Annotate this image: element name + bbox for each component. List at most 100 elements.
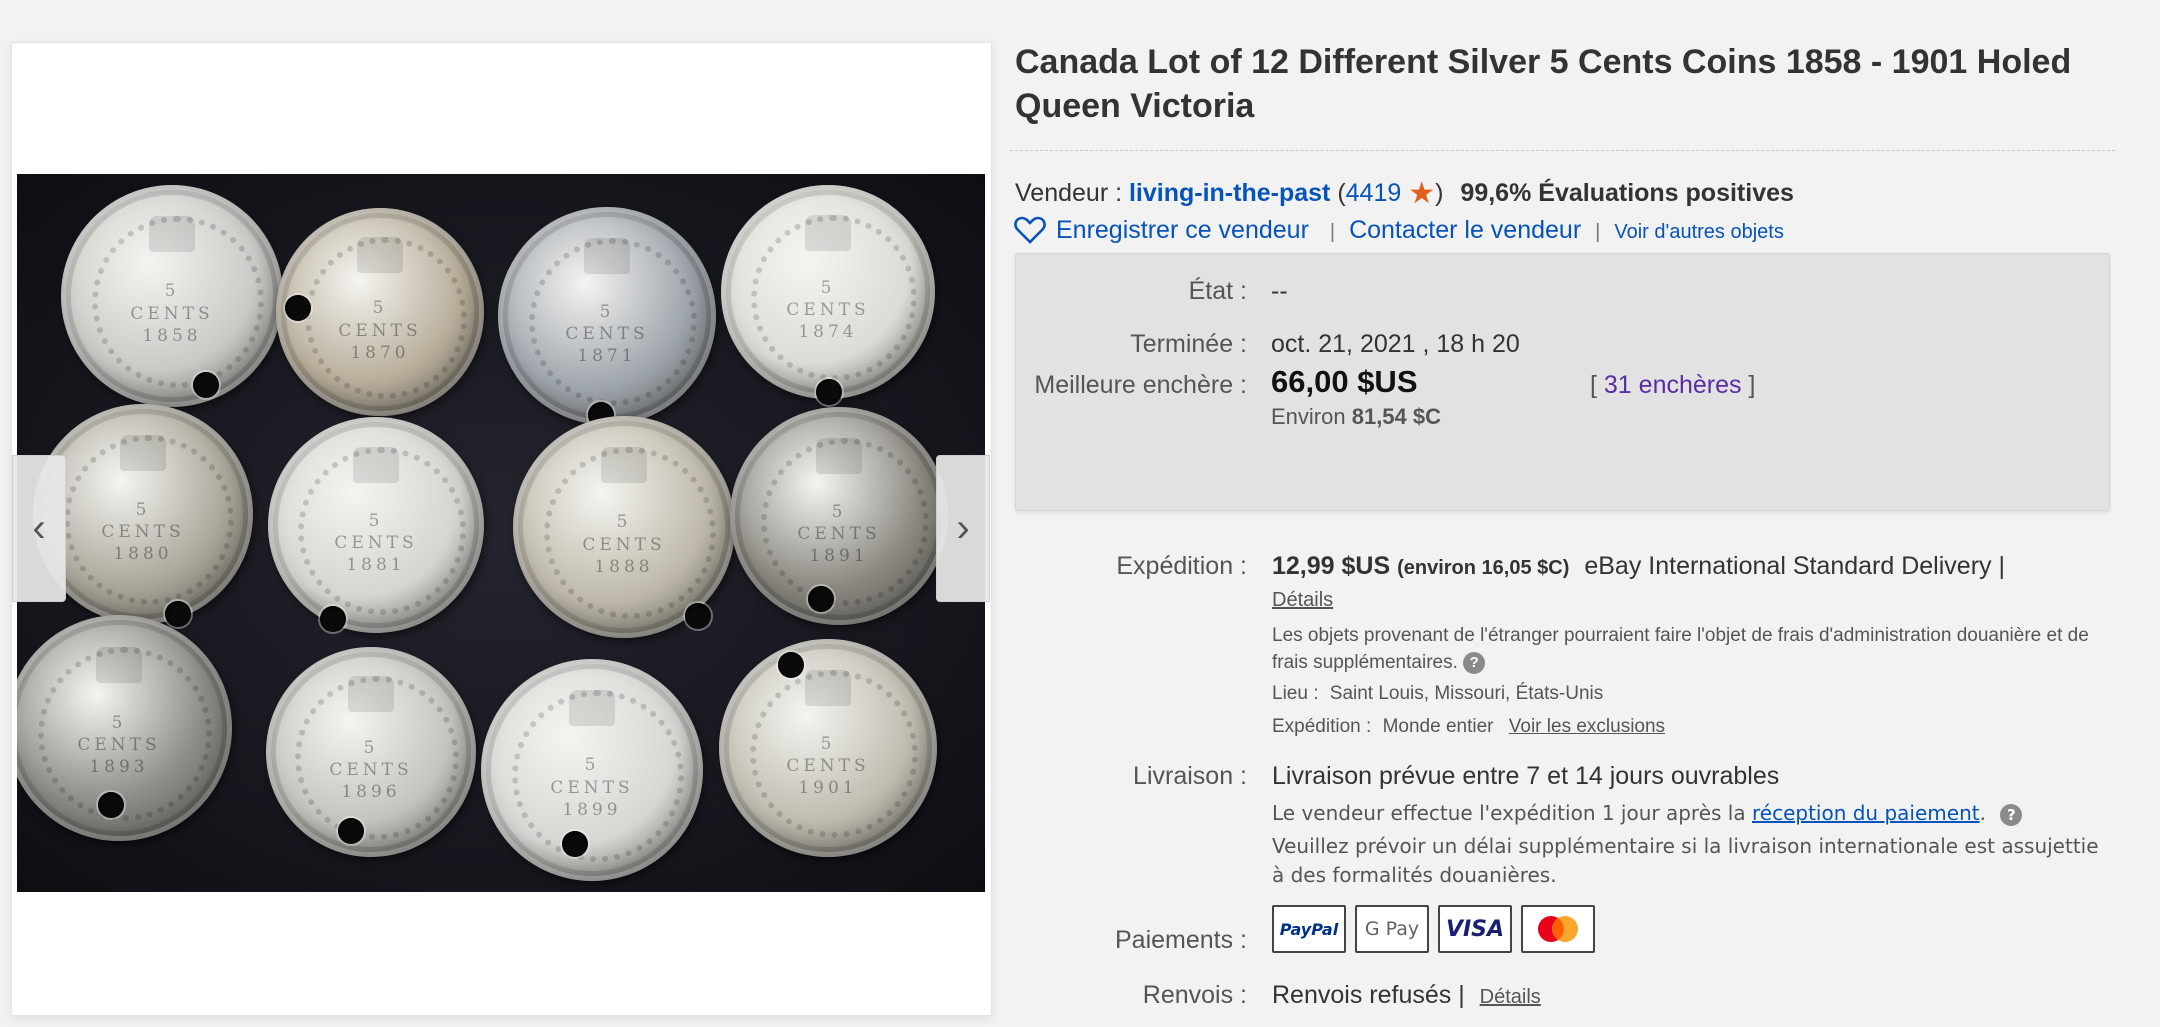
coin-image: 5 CENTS 1893 bbox=[17, 615, 232, 841]
coin-legend: 5 CENTS 1901 bbox=[719, 733, 937, 799]
feedback-count-link[interactable]: 4419 bbox=[1346, 179, 1402, 207]
coin-legend-line: 5 bbox=[599, 301, 615, 322]
crown-emblem bbox=[149, 216, 195, 253]
next-image-button[interactable]: › bbox=[936, 455, 990, 602]
coin-legend-line: 1874 bbox=[798, 322, 858, 343]
coin-legend-line: 1870 bbox=[350, 342, 410, 363]
returns-policy: Renvois refusés | Détails bbox=[1272, 981, 1541, 1010]
coin-legend-line: 1881 bbox=[346, 555, 406, 576]
crown-emblem bbox=[584, 237, 630, 274]
help-icon[interactable]: ? bbox=[2000, 803, 2023, 826]
bid-count: [ 31 enchères ] bbox=[1590, 371, 1756, 399]
handling-time: Le vendeur effectue l'expédition 1 jour … bbox=[1272, 801, 2023, 826]
chevron-left-icon: ‹ bbox=[32, 506, 46, 550]
coin-legend-line: 5 bbox=[135, 499, 151, 520]
coin-legend-line: 1893 bbox=[89, 757, 149, 778]
crown-emblem bbox=[805, 669, 851, 706]
coin-legend-line: CENTS bbox=[582, 534, 666, 555]
coin-hole bbox=[562, 831, 588, 857]
coin-legend-line: CENTS bbox=[565, 323, 649, 344]
coin-legend-line: 5 bbox=[584, 755, 600, 776]
delivery-label: Livraison : bbox=[1133, 762, 1247, 790]
coin-legend-line: CENTS bbox=[101, 521, 185, 542]
coin-legend: 5 CENTS 1871 bbox=[498, 301, 716, 367]
coin-legend-line: 5 bbox=[368, 510, 384, 531]
coin-legend-line: CENTS bbox=[786, 755, 870, 776]
listing-title: Canada Lot of 12 Different Silver 5 Cent… bbox=[1015, 43, 2072, 125]
coin-hole bbox=[165, 601, 191, 627]
help-icon[interactable]: ? bbox=[1463, 651, 1486, 674]
coin-legend-line: CENTS bbox=[338, 320, 422, 341]
coin-legend-line: 1858 bbox=[142, 325, 202, 346]
location-label: Lieu : bbox=[1272, 683, 1319, 704]
prev-image-button[interactable]: ‹ bbox=[12, 455, 66, 602]
coin-image: 5 CENTS 1874 bbox=[721, 185, 935, 405]
coin-legend: 5 CENTS 1893 bbox=[17, 712, 232, 778]
approx-prefix: Environ bbox=[1271, 404, 1346, 429]
international-delivery-note: Veuillez prévoir un délai supplémentaire… bbox=[1272, 834, 2099, 887]
coin-image: 5 CENTS 1871 bbox=[498, 207, 716, 428]
shipping-approx: (environ 16,05 $C) bbox=[1397, 557, 1570, 579]
feedback-score: (4419 ★) bbox=[1337, 177, 1444, 210]
bid-history-link[interactable]: 31 enchères bbox=[1604, 371, 1742, 399]
star-icon: ★ bbox=[1408, 177, 1436, 210]
coin-image: 5 CENTS 1896 bbox=[266, 647, 476, 857]
shipping-details-link[interactable]: Détails bbox=[1272, 589, 1333, 612]
ended-label: Terminée : bbox=[1130, 330, 1247, 358]
coin-legend: 5 CENTS 1899 bbox=[481, 754, 703, 820]
coin-hole bbox=[338, 818, 364, 844]
coin-legend-line: CENTS bbox=[77, 735, 161, 756]
shipping-service: eBay International Standard Delivery | bbox=[1584, 552, 2005, 580]
payments-label: Paiements : bbox=[1114, 926, 1247, 954]
coin-legend-line: 5 bbox=[164, 281, 180, 302]
exclusions-link[interactable]: Voir les exclusions bbox=[1509, 716, 1665, 737]
returns-details-link[interactable]: Détails bbox=[1480, 986, 1541, 1008]
crown-emblem bbox=[96, 646, 142, 683]
shipping-price: 12,99 $US bbox=[1272, 552, 1391, 580]
other-items-link[interactable]: Voir d'autres objets bbox=[1614, 221, 1783, 243]
save-seller-button[interactable]: Enregistrer ce vendeur bbox=[1014, 216, 1316, 244]
coin-legend-line: 1880 bbox=[113, 543, 173, 564]
crown-emblem bbox=[601, 447, 647, 484]
coin-legend-line: 1891 bbox=[809, 545, 869, 566]
mastercard-logo bbox=[1521, 905, 1595, 953]
seller-label: Vendeur : bbox=[1015, 179, 1123, 207]
coin-legend-line: 5 bbox=[111, 713, 127, 734]
handling-suffix: . bbox=[1979, 801, 1986, 825]
coin-legend: 5 CENTS 1874 bbox=[721, 277, 935, 343]
positive-feedback-pct: 99,6% bbox=[1460, 179, 1532, 207]
returns-value: Renvois refusés bbox=[1272, 981, 1452, 1009]
coin-legend: 5 CENTS 1896 bbox=[266, 737, 476, 803]
paypal-logo-text: PayPal bbox=[1279, 919, 1339, 939]
delivery-estimate: Livraison prévue entre 7 et 14 jours ouv… bbox=[1272, 762, 1780, 790]
ended-value: oct. 21, 2021 , 18 h 20 bbox=[1271, 330, 1520, 358]
coin-legend: 5 CENTS 1888 bbox=[513, 511, 735, 577]
seller-info: Vendeur : living-in-the-past (4419 ★) 99… bbox=[1015, 176, 1794, 211]
paypal-logo: PayPal bbox=[1272, 905, 1346, 953]
approx-price: Environ 81,54 $C bbox=[1271, 404, 1441, 430]
coin-legend: 5 CENTS 1858 bbox=[61, 280, 283, 346]
coin-image: 5 CENTS 1881 bbox=[268, 417, 484, 633]
crown-emblem bbox=[120, 434, 166, 471]
seller-name-link[interactable]: living-in-the-past bbox=[1129, 179, 1330, 207]
image-gallery: 5 CENTS 1858 5 CENTS 1870 5 CENTS 1871 5 CENTS 1874… bbox=[11, 42, 992, 1016]
coin-hole bbox=[285, 295, 311, 321]
coin-legend-line: 5 bbox=[363, 738, 379, 759]
approx-value: 81,54 $C bbox=[1351, 404, 1442, 429]
coin-hole bbox=[808, 586, 834, 612]
payment-received-link[interactable]: réception du paiement bbox=[1752, 801, 1980, 825]
main-listing-photo[interactable]: 5 CENTS 1858 5 CENTS 1870 5 CENTS 1871 5 CENTS 1874… bbox=[17, 174, 985, 892]
chevron-right-icon: › bbox=[956, 506, 970, 550]
coin-image: 5 CENTS 1870 bbox=[276, 208, 484, 416]
returns-label: Renvois : bbox=[1142, 981, 1247, 1009]
item-location: Lieu : Saint Louis, Missouri, États-Unis bbox=[1272, 683, 1603, 705]
save-seller-label: Enregistrer ce vendeur bbox=[1056, 216, 1309, 244]
coin-hole bbox=[193, 372, 219, 398]
winning-bid-label: Meilleure enchère : bbox=[1034, 371, 1247, 399]
coin-legend: 5 CENTS 1891 bbox=[730, 501, 948, 567]
contact-seller-link[interactable]: Contacter le vendeur bbox=[1349, 216, 1581, 244]
customs-note-text: Les objets provenant de l'étranger pourr… bbox=[1272, 625, 2089, 673]
winning-bid-value: 66,00 $US bbox=[1271, 364, 1418, 399]
coin-hole bbox=[685, 603, 711, 629]
title-divider bbox=[1010, 150, 2115, 151]
